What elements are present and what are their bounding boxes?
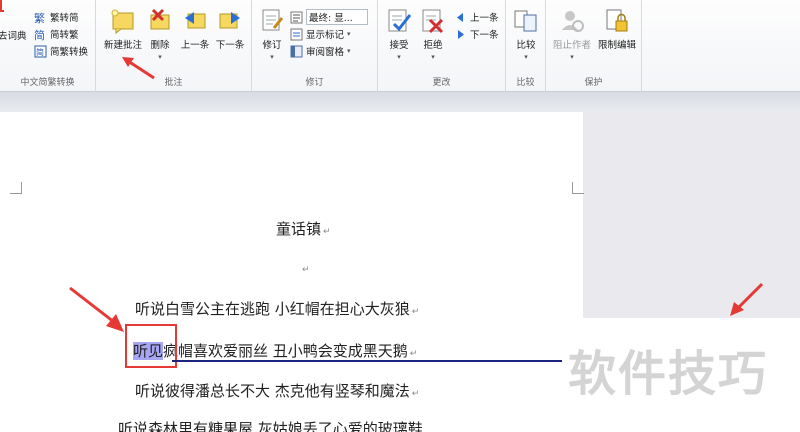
reject-icon [422,9,444,34]
compare-label: 比较 [516,40,536,51]
simp-to-trad-button[interactable]: 简 简转繁 [34,27,79,42]
new-comment-label: 新建批注 [103,40,142,51]
compare-dropdown-arrow[interactable]: ▾ [524,53,528,61]
convert-icon: 简 [34,45,47,57]
compare-button[interactable]: 比较 ▾ [512,8,540,62]
annotation-arrow-left [69,286,124,332]
new-comment-button[interactable]: 新建批注 [102,8,144,51]
show-markup-icon [290,28,303,40]
prev-comment-label: 上一条 [180,40,210,51]
reject-label: 拒绝 [423,40,443,51]
simp-to-trad-icon: 简 [34,28,45,41]
next-change-button[interactable]: 下一条 [454,27,499,41]
lyric-line-3: 听说彼得潘总长不大 杰克他有竖琴和魔法 ↵ [135,382,420,400]
group-protect: 阻止作者 ▾ 限制编辑 保护 [546,0,642,92]
review-pane-icon [290,45,303,57]
review-pane-button[interactable]: 审阅窗格 ▾ [290,44,351,58]
display-for-review-select[interactable]: 最终: 显... ▾ [290,9,368,25]
next-comment-label: 下一条 [215,40,245,51]
reject-button[interactable]: 拒绝 ▾ [418,8,448,62]
track-changes-label: 修订 [262,40,282,51]
prev-change-button[interactable]: 上一条 [454,10,499,24]
review-pane-dropdown-arrow[interactable]: ▾ [347,47,351,55]
document-page[interactable]: 童话镇 ↵ ↵ 听说白雪公主在逃跑 小红帽在担心大灰狼 ↵ 听见疯帽喜欢爱丽丝 丑小… [0,112,584,432]
new-comment-icon [111,9,134,34]
prev-change-icon [457,12,463,22]
track-changes-icon [262,9,284,31]
group-chinese-conversion: 去词典 繁 繁转简 简 简转繁 简 简繁转换 中文简繁转换 [0,0,96,92]
track-change-line [172,360,564,362]
delete-comment-label: 删除 [150,40,170,51]
selection-highlight-box [125,324,177,368]
compare-icon [514,10,537,32]
document-title: 童话镇 ↵ [276,220,331,238]
trad-to-simp-icon: 繁 [34,11,45,24]
accept-icon [388,9,412,32]
group-compare: 比较 ▾ 比较 [506,0,546,92]
simp-trad-convert-button[interactable]: 简 简繁转换 [34,44,88,58]
block-authors-label: 阻止作者 [552,40,591,51]
ribbon: 去词典 繁 繁转简 简 简转繁 简 简繁转换 中文简繁转换 新建批注 删除 ▾ … [0,0,800,92]
empty-paragraph: ↵ [302,265,310,275]
svg-text:简: 简 [36,47,44,57]
next-comment-button[interactable]: 下一条 [212,8,248,51]
svg-text:简: 简 [34,28,45,41]
delete-comment-icon [150,8,170,30]
group-label-tracking: 修订 [305,78,324,88]
group-label-changes: 更改 [432,78,451,88]
ribbon-bottom-bar [0,92,800,112]
next-comment-icon [219,12,240,29]
accept-label: 接受 [389,40,409,51]
block-authors-button[interactable]: 阻止作者 ▾ [550,8,594,62]
group-changes: 接受 ▾ 拒绝 ▾ 上一条 下一条 更改 [378,0,506,92]
show-markup-dropdown-arrow[interactable]: ▾ [347,30,351,38]
crop-mark-left [10,182,22,194]
annotation-arrow-ribbon [122,57,155,80]
accept-dropdown-arrow[interactable]: ▾ [397,53,401,61]
prev-comment-icon [185,12,206,29]
block-authors-dropdown-arrow[interactable]: ▾ [570,53,574,61]
watermark-area: 软件技巧 [562,318,800,432]
annotation-arrow-right [730,282,764,316]
restrict-editing-icon [606,9,628,32]
display-review-icon [290,11,303,23]
trad-to-simp-button[interactable]: 繁 繁转简 [34,10,79,25]
lyric-line-4: 听说森林里有糖果屋 灰姑娘丢了心爱的玻璃鞋 [118,420,423,432]
group-label-protect: 保护 [584,78,603,88]
show-markup-button[interactable]: 显示标记 ▾ [290,27,351,41]
group-tracking: 修订 ▾ 最终: 显... ▾ 显示标记 ▾ 审阅窗格 ▾ 修订 [252,0,378,92]
svg-text:繁: 繁 [34,11,45,24]
lyric-line-1: 听说白雪公主在逃跑 小红帽在担心大灰狼 ↵ [135,300,420,318]
group-label-compare: 比较 [516,78,535,88]
watermark-text: 软件技巧 [568,346,769,402]
dictionary-button[interactable]: 去词典 [0,28,27,42]
group-label-chinese: 中文简繁转换 [20,78,75,88]
reject-dropdown-arrow[interactable]: ▾ [431,53,435,61]
delete-dropdown-arrow[interactable]: ▾ [158,53,162,61]
next-change-icon [458,29,464,39]
crop-mark-right [572,182,584,194]
display-review-value: 最终: 显... [306,9,368,25]
accept-button[interactable]: 接受 ▾ [384,8,414,62]
prev-comment-button[interactable]: 上一条 [178,8,212,51]
track-dropdown-arrow[interactable]: ▾ [270,53,274,61]
block-authors-icon [562,11,584,32]
restrict-editing-label: 限制编辑 [597,40,636,51]
restrict-editing-button[interactable]: 限制编辑 [594,8,640,51]
track-changes-button[interactable]: 修订 ▾ [256,8,288,62]
